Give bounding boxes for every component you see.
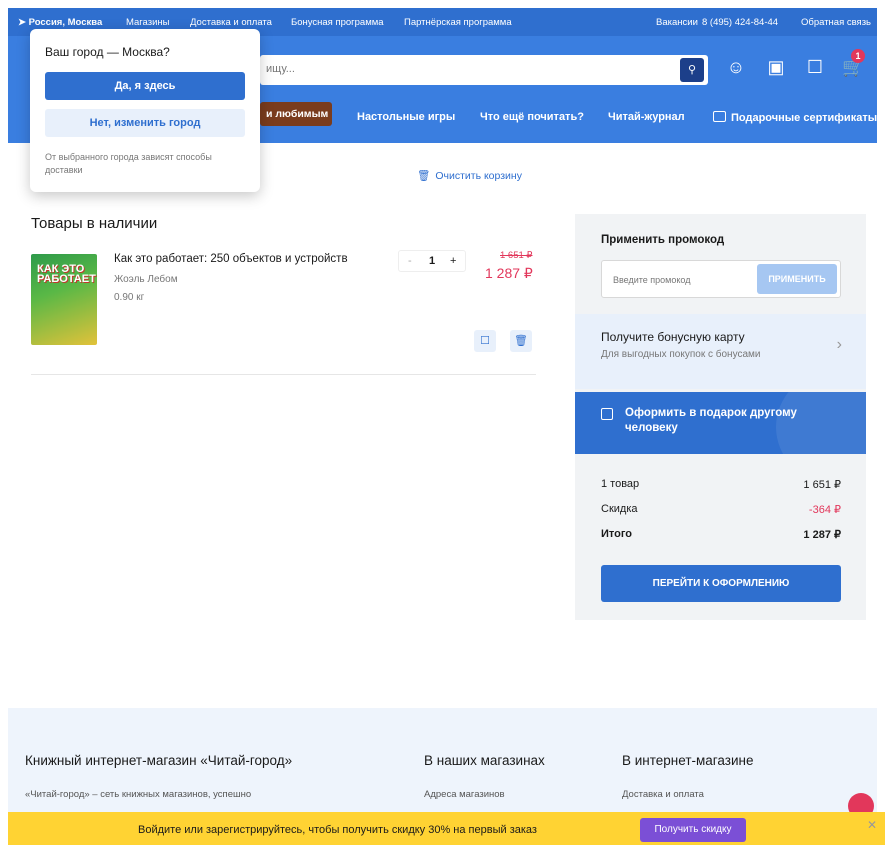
product-weight: 0.90 кг — [114, 292, 145, 303]
bonus-card-offer[interactable]: Получите бонусную карту Для выгодных пок… — [575, 314, 866, 389]
bookmark-icon[interactable]: ☐ — [804, 56, 826, 78]
product-author[interactable]: Жоэль Лебом — [114, 274, 178, 285]
top-link-partner[interactable]: Партнёрская программа — [404, 17, 512, 28]
popup-note: От выбранного города зависят способы дос… — [45, 152, 212, 175]
bonus-title: Получите бонусную карту — [601, 330, 745, 344]
summary-label: 1 товар — [601, 478, 640, 490]
bonus-subtitle: Для выгодных покупок с бонусами — [601, 349, 761, 360]
trash-icon: 🗑 — [514, 335, 528, 347]
product-title[interactable]: Как это работает: 250 объектов и устройс… — [114, 253, 348, 265]
summary-value: -364 ₽ — [808, 504, 841, 516]
location-link[interactable]: ➤ Россия, Москва — [18, 17, 102, 28]
summary-label: Итого — [601, 528, 633, 540]
chevron-right-icon: › — [836, 336, 842, 353]
search-icon: ⚲ — [687, 64, 697, 76]
city-confirm-popup: Ваш город — Москва? Да, я здесь Нет, изм… — [30, 29, 260, 192]
top-link-feedback[interactable]: Обратная связь — [801, 17, 871, 28]
cart-count-badge: 1 — [851, 49, 865, 63]
promo-input[interactable]: Введите промокод — [613, 275, 690, 285]
summary-row-items: 1 товар 1 651 ₽ — [601, 478, 841, 491]
nav-item-journal[interactable]: Читай-журнал — [608, 111, 685, 123]
divider — [31, 374, 536, 375]
checkout-button[interactable]: ПЕРЕЙТИ К ОФОРМЛЕНИЮ — [601, 565, 841, 602]
banner-text: Войдите или зарегистрируйтесь, чтобы пол… — [138, 824, 537, 836]
summary-value: 1 651 ₽ — [803, 479, 841, 491]
top-link-delivery[interactable]: Доставка и оплата — [190, 17, 272, 28]
top-link-bonus[interactable]: Бонусная программа — [291, 17, 384, 28]
gift-card-icon — [713, 111, 726, 122]
summary-row-discount: Скидка -364 ₽ — [601, 503, 841, 516]
nav-item-board-games[interactable]: Настольные игры — [357, 111, 455, 123]
order-summary-panel: Применить промокод Введите промокод ПРИМ… — [575, 214, 866, 620]
footer-col1-text: «Читай-город» – сеть книжных магазинов, … — [25, 789, 252, 800]
search-bar[interactable]: ищу... ⚲ — [260, 55, 708, 85]
apply-promo-button[interactable]: ПРИМЕНИТЬ — [757, 264, 837, 294]
bookmark-icon: ☐ — [480, 335, 490, 347]
delete-item-button[interactable]: 🗑 — [510, 330, 532, 352]
nav-item-favorites[interactable]: и любимым — [260, 102, 332, 126]
search-button[interactable]: ⚲ — [680, 58, 704, 82]
footer: Книжный интернет-магазин «Читай-город» «… — [8, 708, 877, 819]
top-phone[interactable]: 8 (495) 424-84-44 — [702, 17, 778, 28]
promo-field: Введите промокод ПРИМЕНИТЬ — [601, 260, 841, 298]
quantity-stepper: - 1 + — [398, 250, 466, 272]
orders-box-icon[interactable]: ▣ — [765, 56, 787, 78]
old-price: 1 651 ₽ — [500, 250, 533, 261]
get-discount-button[interactable]: Получить скидку — [640, 818, 746, 842]
confirm-city-button[interactable]: Да, я здесь — [45, 72, 245, 100]
section-title: Товары в наличии — [31, 215, 158, 232]
nav-item-what-to-read[interactable]: Что ещё почитать? — [480, 111, 584, 123]
search-input[interactable]: ищу... — [266, 63, 295, 75]
summary-row-total: Итого 1 287 ₽ — [601, 528, 841, 541]
summary-value: 1 287 ₽ — [803, 529, 841, 541]
footer-link-stores[interactable]: Адреса магазинов — [424, 789, 505, 800]
promo-banner: Войдите или зарегистрируйтесь, чтобы пол… — [8, 812, 885, 845]
clear-cart-button[interactable]: 🗑 Очистить корзину — [417, 169, 522, 182]
gift-label: Оформить в подарок другому человеку — [625, 407, 797, 434]
top-link-shops[interactable]: Магазины — [126, 17, 169, 28]
promo-title: Применить промокод — [601, 234, 725, 246]
increase-qty-button[interactable]: + — [450, 255, 456, 267]
trash-icon: 🗑 — [417, 170, 431, 182]
quantity-value[interactable]: 1 — [429, 255, 435, 267]
footer-col2-title: В наших магазинах — [424, 753, 545, 768]
gift-option[interactable]: Оформить в подарок другому человеку — [575, 392, 866, 454]
change-city-button[interactable]: Нет, изменить город — [45, 109, 245, 137]
footer-link-delivery[interactable]: Доставка и оплата — [622, 789, 704, 800]
decrease-qty-button[interactable]: - — [408, 255, 412, 267]
top-link-vacancies[interactable]: Вакансии — [656, 17, 698, 28]
book-cover-image[interactable]: КАК ЭТО РАБОТАЕТ — [31, 254, 97, 345]
gift-checkbox[interactable] — [601, 408, 613, 420]
current-price: 1 287 ₽ — [485, 265, 533, 281]
profile-icon[interactable]: ☺ — [725, 56, 747, 78]
nav-item-gift-cards[interactable]: Подарочные сертификаты — [713, 111, 877, 124]
footer-col1-title: Книжный интернет-магазин «Читай-город» — [25, 753, 293, 768]
location-arrow-icon: ➤ — [18, 17, 26, 28]
summary-label: Скидка — [601, 503, 638, 515]
footer-col3-title: В интернет-магазине — [622, 753, 754, 768]
bookmark-item-button[interactable]: ☐ — [474, 330, 496, 352]
popup-title: Ваш город — Москва? — [45, 45, 170, 59]
close-icon[interactable]: ✕ — [867, 818, 877, 832]
book-cover-text: КАК ЭТО РАБОТАЕТ — [37, 263, 96, 285]
